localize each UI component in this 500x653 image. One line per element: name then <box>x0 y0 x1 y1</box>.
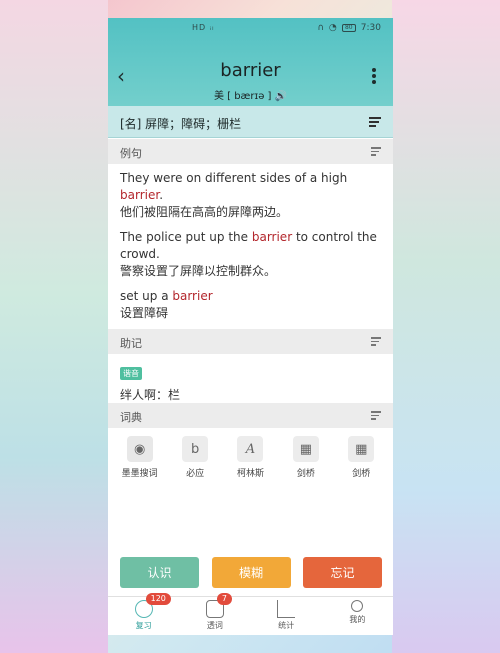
sort-icon[interactable] <box>369 117 381 127</box>
chart-icon <box>277 600 296 618</box>
alarm-icon: ◔ <box>328 23 337 33</box>
sort-icon[interactable] <box>371 147 381 156</box>
dictionary-list: ◉ 墨墨搜词 b 必应 A 柯林斯 ▦ 剑桥 ▦ 剑桥 <box>108 436 393 479</box>
definition-row: [名] 屏障；障碍；栅栏 <box>108 106 393 138</box>
dictionary-bing[interactable]: b 必应 <box>168 436 222 479</box>
tab-words[interactable]: 7 透词 <box>185 593 245 635</box>
mnemonic-section-header: 助记 <box>108 329 393 354</box>
example-sentence-zh: 设置障碍 <box>120 306 169 320</box>
sort-icon[interactable] <box>371 337 381 346</box>
word-title: barrier <box>220 60 281 81</box>
dictionary-momo[interactable]: ◉ 墨墨搜词 <box>113 436 167 479</box>
examples-section-header: 例句 <box>108 139 393 164</box>
sort-icon[interactable] <box>371 411 381 420</box>
background-right <box>392 0 500 653</box>
example-sentence-en: The police put up the barrier to control… <box>120 230 377 261</box>
battery-icon: 80 <box>341 24 356 32</box>
person-icon <box>351 600 364 612</box>
example-sentence-en: They were on different sides of a high b… <box>120 171 348 202</box>
section-title: 例句 <box>120 147 142 160</box>
dictionary-collins[interactable]: A 柯林斯 <box>223 436 277 479</box>
example-item: set up a barrier 设置障碍 <box>120 288 380 322</box>
background-left <box>0 0 108 653</box>
more-options-icon[interactable] <box>370 68 378 84</box>
section-title: 词典 <box>120 411 142 424</box>
example-item: The police put up the barrier to control… <box>120 229 380 280</box>
review-actions: 认识 模糊 忘记 <box>120 557 382 588</box>
clock-time: 7:30 <box>360 23 381 33</box>
forget-button[interactable]: 忘记 <box>303 557 382 588</box>
example-sentence-zh: 他们被阻隔在高高的屏障两边。 <box>120 205 289 219</box>
example-sentence-zh: 警察设置了屏障以控制群众。 <box>120 264 277 278</box>
example-item: They were on different sides of a high b… <box>120 170 380 221</box>
signal-indicator: HD ᵢₗ <box>192 23 215 32</box>
review-count-badge: 120 <box>145 593 171 605</box>
definition-text: [名] 屏障；障碍；栅栏 <box>120 117 242 131</box>
tab-stats[interactable]: 统计 <box>256 597 316 635</box>
tab-profile[interactable]: 我的 <box>327 597 387 635</box>
status-bar: HD ᵢₗ ∩ ◔ 80 7:30 <box>108 18 393 38</box>
bottom-tab-bar: 120 复习 7 透词 统计 我的 <box>108 593 393 635</box>
collins-icon: A <box>237 436 264 462</box>
tab-review[interactable]: 120 复习 <box>114 593 174 635</box>
headphones-icon: ∩ <box>317 23 324 33</box>
vague-button[interactable]: 模糊 <box>211 557 291 588</box>
cambridge-icon: ▦ <box>292 436 319 462</box>
status-icons: ∩ ◔ 80 7:30 <box>317 23 381 33</box>
section-title: 助记 <box>120 337 142 350</box>
mnemonic-text: 绊人啊：栏 <box>120 388 181 402</box>
know-button[interactable]: 认识 <box>120 557 199 588</box>
dictionary-section-header: 词典 <box>108 403 393 428</box>
owl-icon: ◉ <box>126 436 153 462</box>
cambridge-icon: ▦ <box>348 436 375 462</box>
word-phonetic[interactable]: 美 [ bærɪə ] 🔊 <box>108 87 393 102</box>
phone-screen: HD ᵢₗ ∩ ◔ 80 7:30 ‹ barrier 美 [ bærɪə ] … <box>108 18 393 635</box>
mnemonic-type-badge: 谐音 <box>120 367 142 380</box>
words-count-badge: 7 <box>216 593 232 605</box>
examples-list: They were on different sides of a high b… <box>120 170 380 330</box>
bing-icon: b <box>182 436 209 462</box>
word-header: HD ᵢₗ ∩ ◔ 80 7:30 ‹ barrier 美 [ bærɪə ] … <box>108 18 393 106</box>
example-sentence-en: set up a barrier <box>120 289 213 303</box>
mnemonic-content: 谐音 绊人啊：栏 <box>120 361 180 403</box>
dictionary-cambridge[interactable]: ▦ 剑桥 <box>279 436 333 479</box>
dictionary-cambridge-2[interactable]: ▦ 剑桥 <box>334 436 388 479</box>
